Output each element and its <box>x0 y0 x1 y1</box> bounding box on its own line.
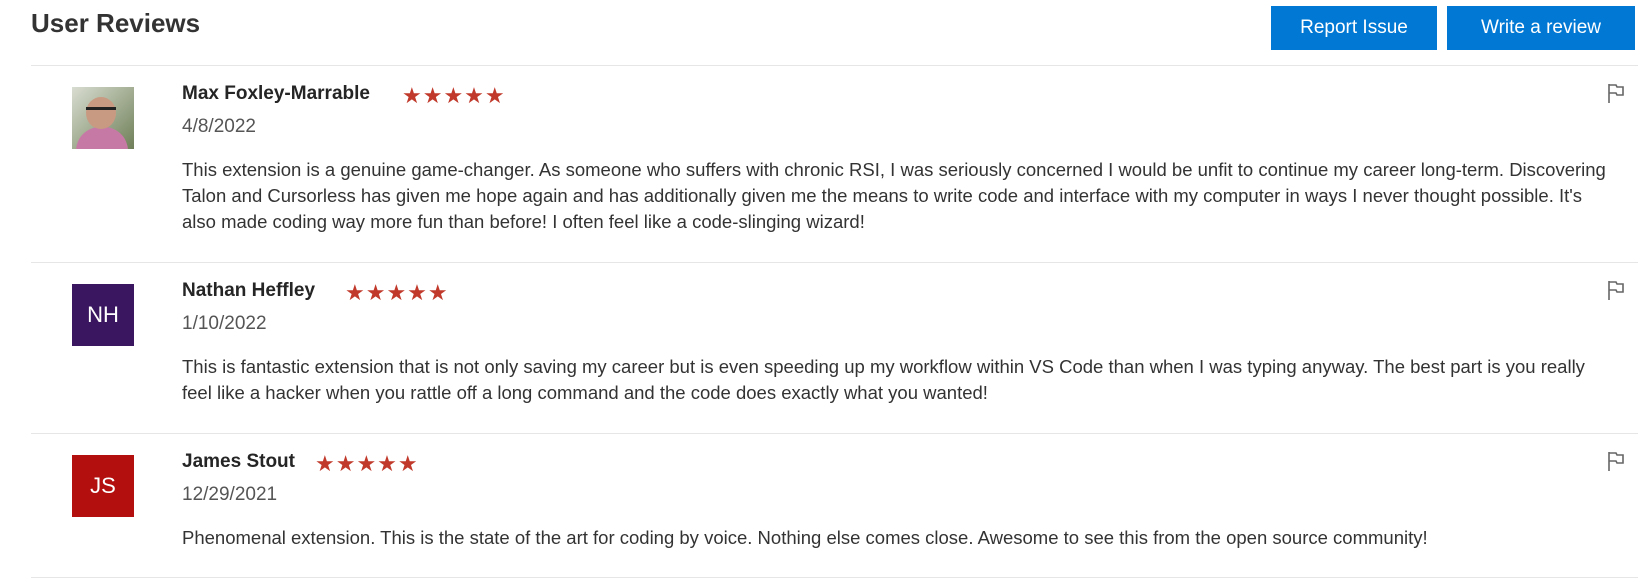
report-issue-button[interactable]: Report Issue <box>1271 6 1437 50</box>
flag-icon[interactable] <box>1605 279 1627 301</box>
review-text: Phenomenal extension. This is the state … <box>182 527 1428 548</box>
star-rating: ★★★★★ <box>345 280 449 305</box>
avatar: NH <box>72 284 134 346</box>
star-rating: ★★★★★ <box>402 83 506 108</box>
avatar <box>72 87 134 149</box>
review-text: This extension is a genuine game-changer… <box>182 159 1606 232</box>
reviewer-name: Nathan Heffley <box>182 280 316 301</box>
reviewer-name: James Stout <box>182 451 295 472</box>
review-text: This is fantastic extension that is not … <box>182 356 1585 403</box>
review-date: 4/8/2022 <box>182 116 256 137</box>
star-rating: ★★★★★ <box>315 451 419 476</box>
divider <box>31 433 1638 434</box>
flag-icon[interactable] <box>1605 450 1627 472</box>
divider <box>31 262 1638 263</box>
review-date: 1/10/2022 <box>182 313 267 334</box>
reviewer-name: Max Foxley-Marrable <box>182 83 370 104</box>
review-date: 12/29/2021 <box>182 484 278 505</box>
flag-icon[interactable] <box>1605 82 1627 104</box>
avatar: JS <box>72 455 134 517</box>
page-title: User Reviews <box>31 8 201 38</box>
divider <box>31 65 1638 66</box>
write-review-button[interactable]: Write a review <box>1447 6 1635 50</box>
